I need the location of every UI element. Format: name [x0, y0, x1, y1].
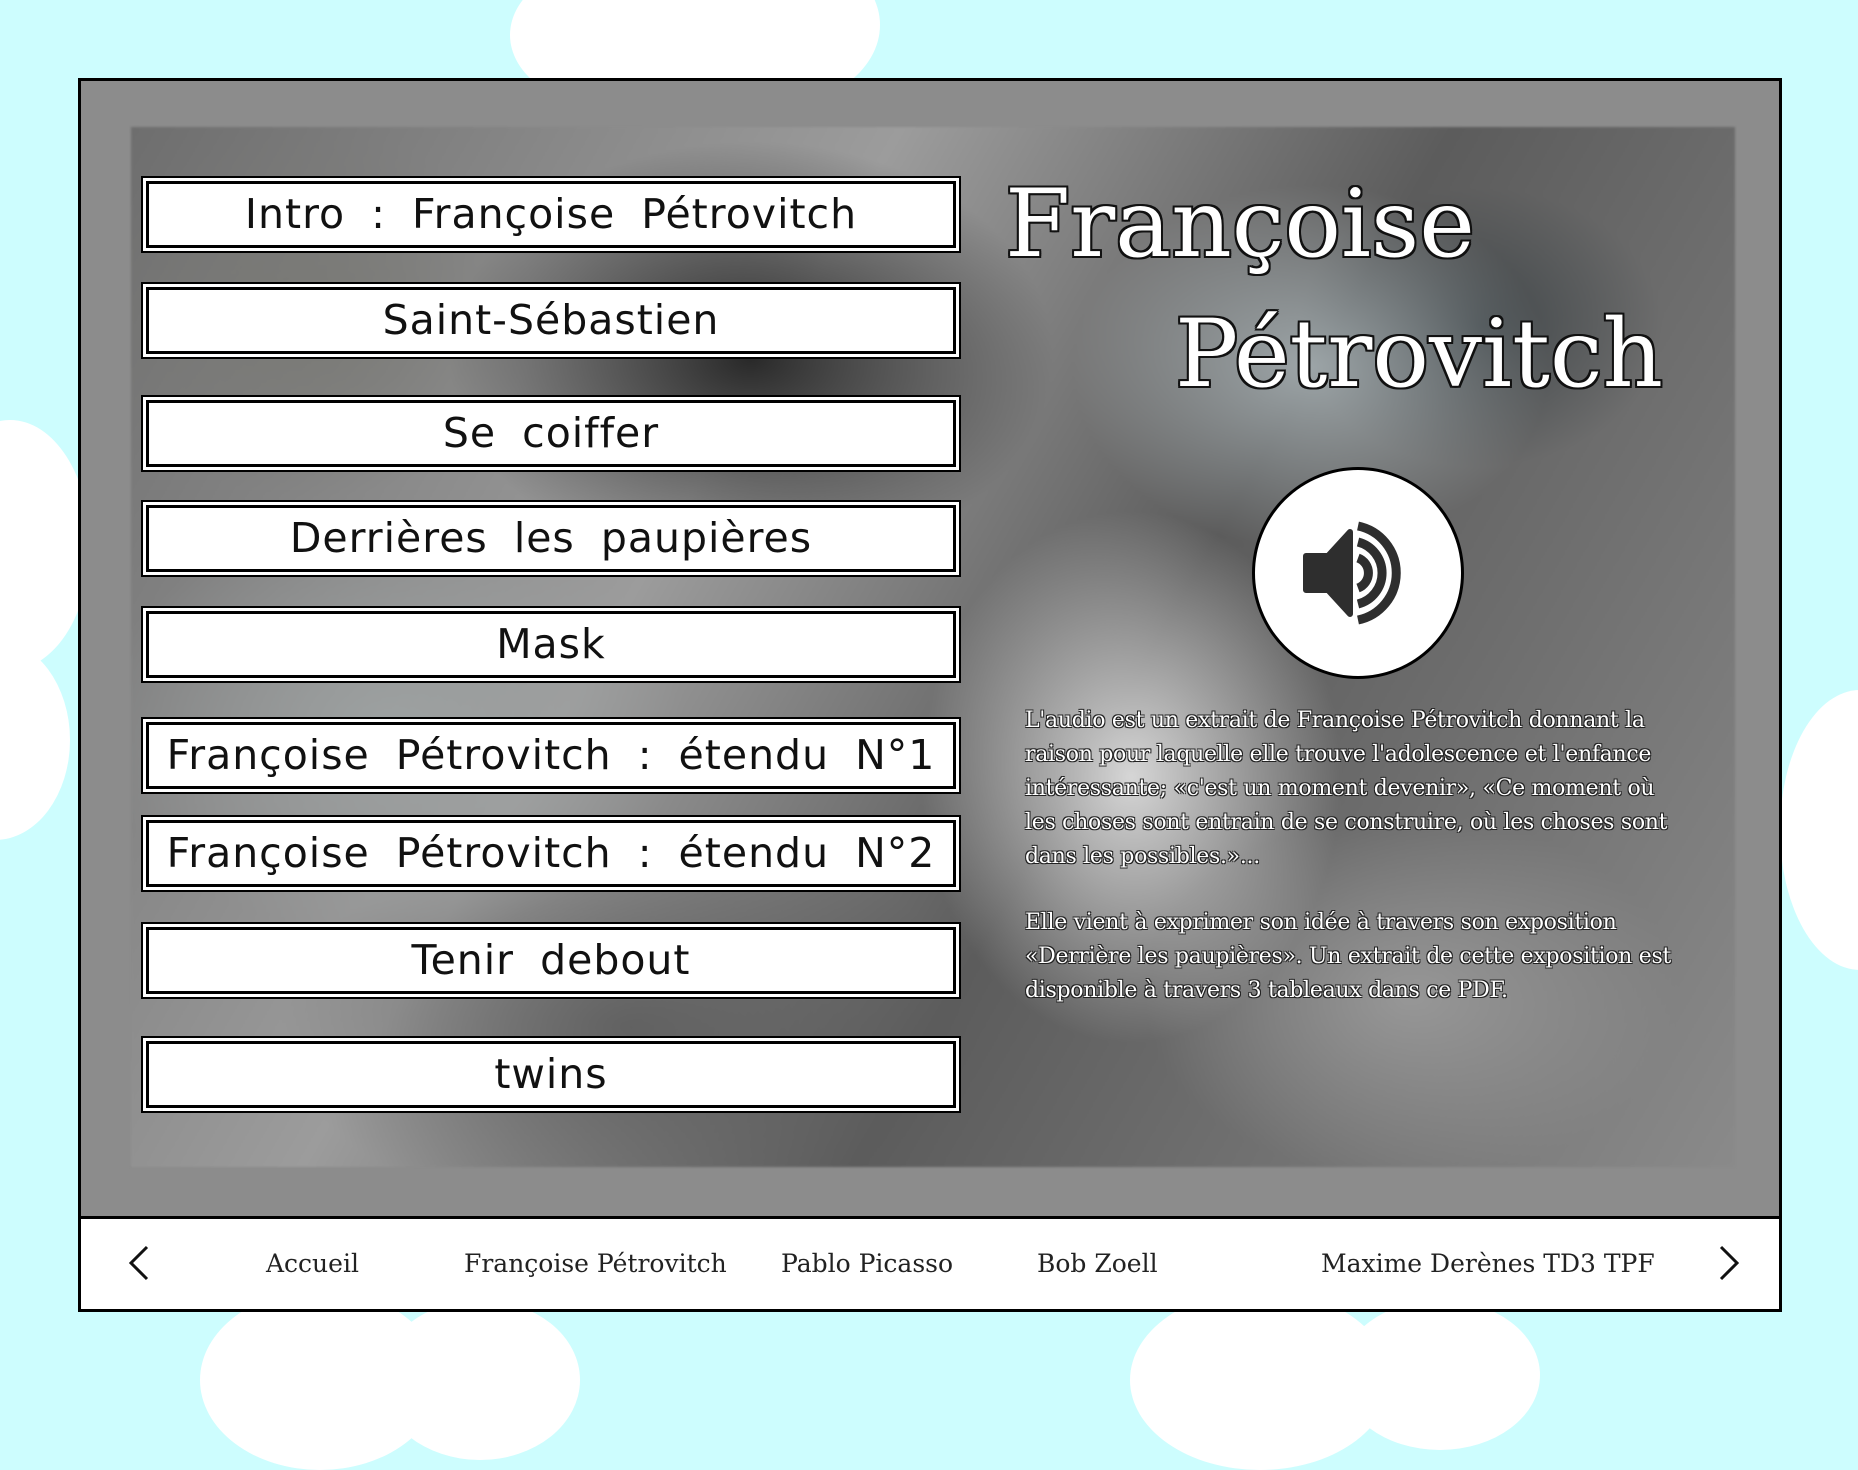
bottom-navigation: Accueil Françoise Pétrovitch Pablo Picas…	[78, 1216, 1782, 1312]
menu-button-twins[interactable]: twins	[146, 1041, 956, 1108]
nav-link-bob-zoell[interactable]: Bob Zoell	[1037, 1249, 1158, 1278]
page-title-last-name: Pétrovitch	[1175, 300, 1664, 409]
speaker-icon	[1303, 521, 1401, 625]
nav-link-maxime-derenes[interactable]: Maxime Derènes TD3 TPF	[1321, 1249, 1655, 1278]
cloud-decoration	[1340, 1300, 1540, 1450]
nav-link-pablo-picasso[interactable]: Pablo Picasso	[781, 1249, 953, 1278]
cloud-decoration	[0, 420, 90, 670]
nav-link-francoise-petrovitch[interactable]: Françoise Pétrovitch	[464, 1249, 727, 1278]
page-title-first-name: Françoise	[1005, 170, 1475, 279]
cloud-decoration	[1780, 690, 1858, 970]
menu-button-etendu-1[interactable]: Françoise Pétrovitch : étendu N°1	[146, 722, 956, 789]
menu-button-saint-sebastien[interactable]: Saint-Sébastien	[146, 287, 956, 354]
menu-button-se-coiffer[interactable]: Se coiffer	[146, 400, 956, 467]
menu-button-intro[interactable]: Intro : Françoise Pétrovitch	[146, 181, 956, 248]
menu-button-mask[interactable]: Mask	[146, 611, 956, 678]
audio-play-button[interactable]	[1252, 467, 1464, 679]
menu-button-tenir-debout[interactable]: Tenir debout	[146, 927, 956, 994]
cloud-decoration	[0, 640, 70, 840]
slide-frame	[78, 78, 1782, 1312]
chevron-right-icon[interactable]	[1711, 1243, 1745, 1283]
description-paragraph-2: Elle vient à exprimer son idée à travers…	[1025, 910, 1671, 1003]
menu-button-derrieres-les-paupieres[interactable]: Derrières les paupières	[146, 505, 956, 572]
cloud-decoration	[380, 1300, 580, 1460]
chevron-left-icon[interactable]	[123, 1243, 157, 1283]
description-paragraph-1: L'audio est un extrait de Françoise Pétr…	[1025, 708, 1668, 869]
nav-link-accueil[interactable]: Accueil	[266, 1249, 359, 1278]
menu-button-etendu-2[interactable]: Françoise Pétrovitch : étendu N°2	[146, 820, 956, 887]
